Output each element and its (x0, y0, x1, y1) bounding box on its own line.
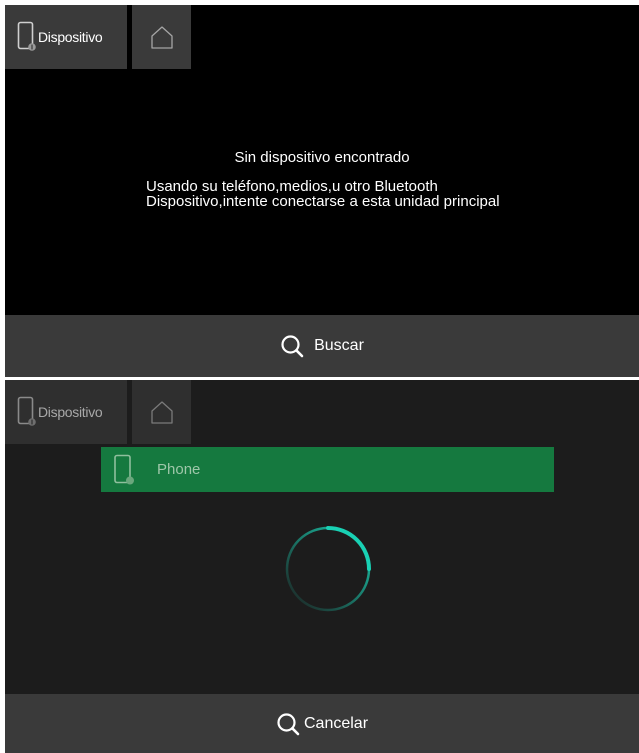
no-device-instructions: Usando su teléfono,medios,u otro Bluetoo… (146, 178, 500, 210)
phone-device-icon (17, 21, 36, 51)
tab-device[interactable]: Dispositivo (5, 5, 127, 69)
search-button[interactable]: Buscar (280, 334, 364, 358)
loading-spinner (285, 526, 371, 612)
tab-device-label: Dispositivo (38, 404, 103, 420)
home-icon (150, 401, 173, 424)
search-icon (277, 712, 300, 735)
device-list-item[interactable]: Phone (101, 447, 554, 492)
bottom-action-bar: Buscar (5, 315, 639, 377)
bottom-action-bar: Cancelar (5, 694, 639, 753)
bluetooth-no-device-screen: Dispositivo Sin dispositivo encontrado U… (5, 5, 639, 377)
home-icon (150, 26, 173, 49)
tab-home[interactable] (132, 380, 191, 444)
cancel-button-label: Cancelar (303, 714, 369, 732)
phone-device-icon (17, 396, 36, 426)
search-icon (281, 335, 304, 358)
phone-icon (114, 454, 134, 484)
tab-device-label: Dispositivo (38, 29, 103, 45)
bluetooth-searching-screen: Dispositivo Phone Cancelar (5, 380, 639, 753)
device-name: Phone (157, 461, 201, 478)
search-button-label: Buscar (314, 337, 364, 354)
tab-device[interactable]: Dispositivo (5, 380, 127, 444)
cancel-button[interactable]: Cancelar (276, 712, 368, 736)
tab-home[interactable] (132, 5, 191, 69)
no-device-title: Sin dispositivo encontrado (234, 149, 410, 166)
